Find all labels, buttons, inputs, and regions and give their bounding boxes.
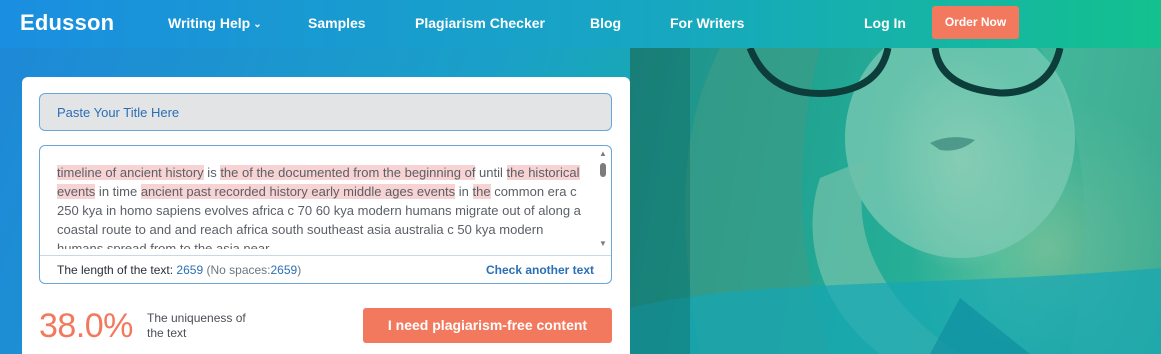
nav-item-for-writers[interactable]: For Writers: [670, 15, 744, 31]
length-value: 2659: [176, 263, 204, 277]
plagiarism-free-content-button[interactable]: I need plagiarism-free content: [363, 308, 612, 343]
uniqueness-label: The uniqueness of the text: [147, 311, 246, 340]
highlighted-text-segment: ancient past recorded history early midd…: [140, 184, 456, 199]
no-spaces-close: ): [297, 263, 302, 277]
logo[interactable]: Edusson: [20, 10, 114, 36]
no-spaces-value: 2659: [270, 263, 298, 277]
length-label: The length of the text:: [57, 263, 174, 277]
check-another-text-link[interactable]: Check another text: [486, 263, 594, 277]
nav-item-samples[interactable]: Samples: [308, 15, 366, 31]
nav-item-label: Writing Help: [168, 15, 251, 31]
highlighted-text-segment: timeline of ancient history: [57, 165, 204, 180]
highlighted-text-segment: the: [472, 184, 491, 199]
text-length-stats: The length of the text: 2659 (No spaces:…: [57, 263, 301, 277]
title-input[interactable]: [39, 93, 612, 131]
top-nav: Edusson Writing Help ⌄ Samples Plagiarism…: [0, 0, 1161, 48]
scroll-down-icon[interactable]: ▼: [598, 240, 608, 248]
nav-item-blog[interactable]: Blog: [590, 15, 621, 31]
order-now-button[interactable]: Order Now: [932, 6, 1019, 39]
text-stats-bar: The length of the text: 2659 (No spaces:…: [40, 255, 611, 283]
uniqueness-percent: 38.0%: [39, 307, 133, 345]
nav-item-writing-help[interactable]: Writing Help ⌄: [168, 15, 262, 31]
plagiarism-checker-card: timeline of ancient history is the of th…: [22, 77, 630, 354]
login-link[interactable]: Log In: [864, 15, 906, 31]
highlighted-text-segment: the of the documented from the beginning…: [220, 165, 476, 180]
hero-photo: [630, 48, 1161, 354]
text-input-area[interactable]: timeline of ancient history is the of th…: [57, 163, 592, 249]
no-spaces-label: (No spaces:: [206, 263, 271, 277]
chevron-down-icon: ⌄: [253, 19, 262, 30]
nav-item-plagiarism-checker[interactable]: Plagiarism Checker: [415, 15, 545, 31]
text-input-box: timeline of ancient history is the of th…: [39, 145, 612, 284]
scrollbar[interactable]: ▲ ▼: [598, 150, 608, 248]
text-segment: in: [455, 184, 473, 199]
text-segment: in time: [95, 184, 141, 199]
text-segment: is: [203, 165, 221, 180]
scroll-thumb[interactable]: [600, 163, 606, 177]
text-segment: until: [475, 165, 507, 180]
scroll-up-icon[interactable]: ▲: [598, 150, 608, 158]
